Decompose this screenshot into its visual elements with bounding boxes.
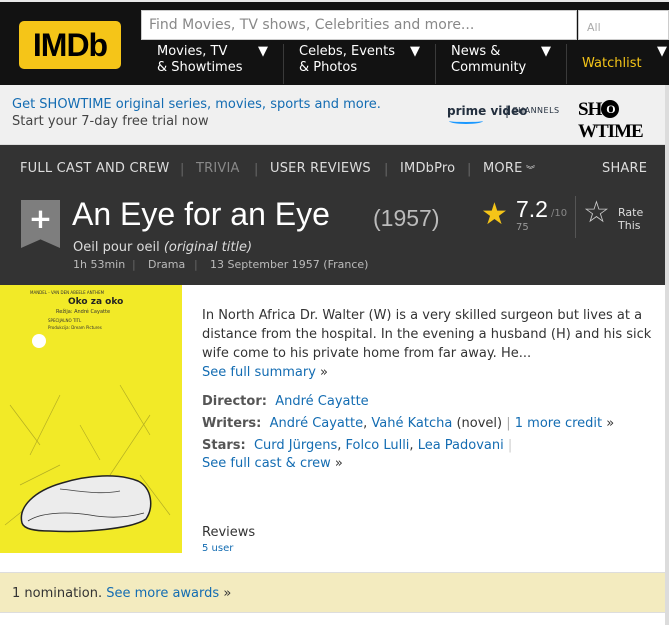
meta-separator: | bbox=[132, 258, 136, 271]
double-chevron-down-icon: ︾ bbox=[526, 166, 536, 176]
awards-text: 1 nomination. bbox=[12, 586, 103, 601]
rating-divider bbox=[575, 196, 576, 238]
movie-year[interactable]: (1957) bbox=[373, 205, 439, 232]
plot-summary: In North Africa Dr. Walter (W) is a very… bbox=[202, 306, 652, 382]
showtime-part: SH bbox=[578, 99, 602, 120]
subnav-full-cast[interactable]: FULL CAST AND CREW bbox=[20, 161, 169, 176]
share-button[interactable]: SHARE bbox=[602, 161, 647, 176]
writer-link[interactable]: André Cayatte bbox=[270, 416, 363, 431]
see-cast-row: See full cast & crew » bbox=[202, 456, 343, 471]
awards-bar: 1 nomination. See more awards » bbox=[0, 572, 665, 612]
writers-label: Writers: bbox=[202, 416, 262, 431]
original-title-label: (original title) bbox=[163, 240, 253, 255]
subnav-separator: | bbox=[467, 162, 472, 177]
subnav-separator: | bbox=[180, 162, 185, 177]
director-row: Director: André Cayatte bbox=[202, 394, 369, 409]
director-label: Director: bbox=[202, 394, 267, 409]
nav-label-line1: Celebs, Events bbox=[299, 44, 395, 59]
reviews-heading: Reviews bbox=[202, 525, 256, 540]
movie-title: An Eye for an Eye bbox=[72, 196, 330, 232]
chevron-down-icon: ▼ bbox=[258, 44, 268, 59]
nav-label-line1: News & bbox=[451, 44, 501, 59]
showtime-part: WTIME bbox=[578, 121, 644, 142]
arrow-glyph: » bbox=[334, 456, 343, 471]
prime-smile-icon bbox=[449, 118, 483, 124]
showtime-logo: SH O WTIME bbox=[578, 99, 669, 143]
director-link[interactable]: André Cayatte bbox=[275, 394, 368, 409]
chevron-down-icon: ▼ bbox=[657, 44, 667, 59]
subnav-separator: | bbox=[254, 162, 259, 177]
star-link[interactable]: Lea Padovani bbox=[418, 438, 504, 453]
release-date-link[interactable]: 13 September 1957 (France) bbox=[210, 258, 368, 271]
movie-poster[interactable]: MANDEL - VAN DEN ABEELE ANTHEM Oko za ok… bbox=[0, 285, 182, 553]
writer-link[interactable]: Vahé Katcha bbox=[371, 416, 452, 431]
credit-separator: | bbox=[506, 416, 511, 431]
subnav-user-reviews[interactable]: USER REVIEWS bbox=[270, 161, 371, 176]
see-full-summary-link[interactable]: See full summary bbox=[202, 365, 316, 380]
nav-news-community[interactable]: News & Community bbox=[451, 44, 526, 84]
original-title: Oeil pour oeil (original title) bbox=[73, 240, 252, 255]
original-title-text: Oeil pour oeil bbox=[73, 240, 160, 255]
user-reviews-link[interactable]: 5 user bbox=[202, 543, 233, 554]
writer-note: (novel) bbox=[456, 416, 503, 431]
star-rating-icon: ★ bbox=[481, 197, 508, 232]
nav-label-line2: & Photos bbox=[299, 60, 358, 75]
star-outline-icon[interactable]: ☆ bbox=[583, 198, 610, 228]
subnav-separator: | bbox=[384, 162, 389, 177]
poster-rock-shape bbox=[20, 475, 152, 533]
rate-this-line2: This bbox=[618, 219, 641, 232]
promo-headline[interactable]: Get SHOWTIME original series, movies, sp… bbox=[12, 97, 381, 112]
plus-icon: + bbox=[28, 202, 53, 235]
nav-label-line2: Community bbox=[451, 60, 527, 75]
see-more-awards-link[interactable]: See more awards bbox=[106, 586, 219, 601]
poster-artwork bbox=[4, 334, 171, 533]
subnav-more[interactable]: MORE bbox=[483, 161, 523, 176]
page-footer-area bbox=[0, 612, 669, 625]
poster-sun-icon bbox=[32, 334, 46, 348]
nav-celebs-events[interactable]: Celebs, Events & Photos bbox=[299, 44, 395, 84]
channels-label: CHANNELS bbox=[512, 106, 560, 115]
chevron-down-icon: ▼ bbox=[410, 44, 420, 59]
nav-label-line2: & Showtimes bbox=[157, 60, 243, 75]
chevron-down-icon: ▼ bbox=[541, 44, 551, 59]
rate-this-button[interactable]: Rate This bbox=[618, 206, 643, 232]
arrow-glyph: » bbox=[223, 586, 232, 601]
rating-votes[interactable]: 75 bbox=[516, 222, 529, 233]
more-credit-link[interactable]: 1 more credit bbox=[515, 416, 602, 431]
search-category-select[interactable]: All bbox=[578, 10, 669, 40]
logo-divider: | bbox=[505, 104, 510, 118]
credit-separator: | bbox=[507, 438, 513, 453]
rating-value: 7.2 bbox=[516, 196, 548, 222]
star-link[interactable]: Folco Lulli bbox=[346, 438, 410, 453]
subnav-trivia[interactable]: TRIVIA bbox=[196, 161, 240, 176]
imdb-logo[interactable]: IMDb bbox=[19, 21, 121, 69]
runtime: 1h 53min bbox=[73, 258, 126, 271]
showtime-o: O bbox=[601, 100, 620, 118]
promo-subline: Start your 7-day free trial now bbox=[12, 114, 209, 129]
rating-max: /10 bbox=[551, 208, 568, 219]
star-link[interactable]: Curd Jürgens bbox=[254, 438, 337, 453]
writers-row: Writers: André Cayatte, Vahé Katcha (nov… bbox=[202, 416, 615, 431]
nav-movies-tv[interactable]: Movies, TV & Showtimes bbox=[157, 44, 243, 84]
nav-divider bbox=[283, 44, 284, 84]
arrow-glyph: » bbox=[606, 416, 615, 431]
summary-arrow: » bbox=[320, 365, 329, 380]
search-input[interactable]: Find Movies, TV shows, Celebrities and m… bbox=[141, 10, 577, 40]
nav-divider bbox=[435, 44, 436, 84]
meta-separator: | bbox=[194, 258, 198, 271]
nav-label-line1: Movies, TV bbox=[157, 44, 228, 59]
see-full-cast-link[interactable]: See full cast & crew bbox=[202, 456, 331, 471]
stars-row: Stars: Curd Jürgens, Folco Lulli, Lea Pa… bbox=[202, 438, 513, 453]
genre-link[interactable]: Drama bbox=[148, 258, 185, 271]
scrollbar-track[interactable] bbox=[665, 85, 669, 625]
showtime-promo-banner[interactable]: Get SHOWTIME original series, movies, sp… bbox=[0, 85, 669, 145]
stars-label: Stars: bbox=[202, 438, 246, 453]
nav-divider bbox=[566, 44, 567, 84]
subnav-imdbpro[interactable]: IMDbPro bbox=[400, 161, 455, 176]
rate-this-line1: Rate bbox=[618, 206, 644, 219]
summary-text: In North Africa Dr. Walter (W) is a very… bbox=[202, 308, 652, 361]
